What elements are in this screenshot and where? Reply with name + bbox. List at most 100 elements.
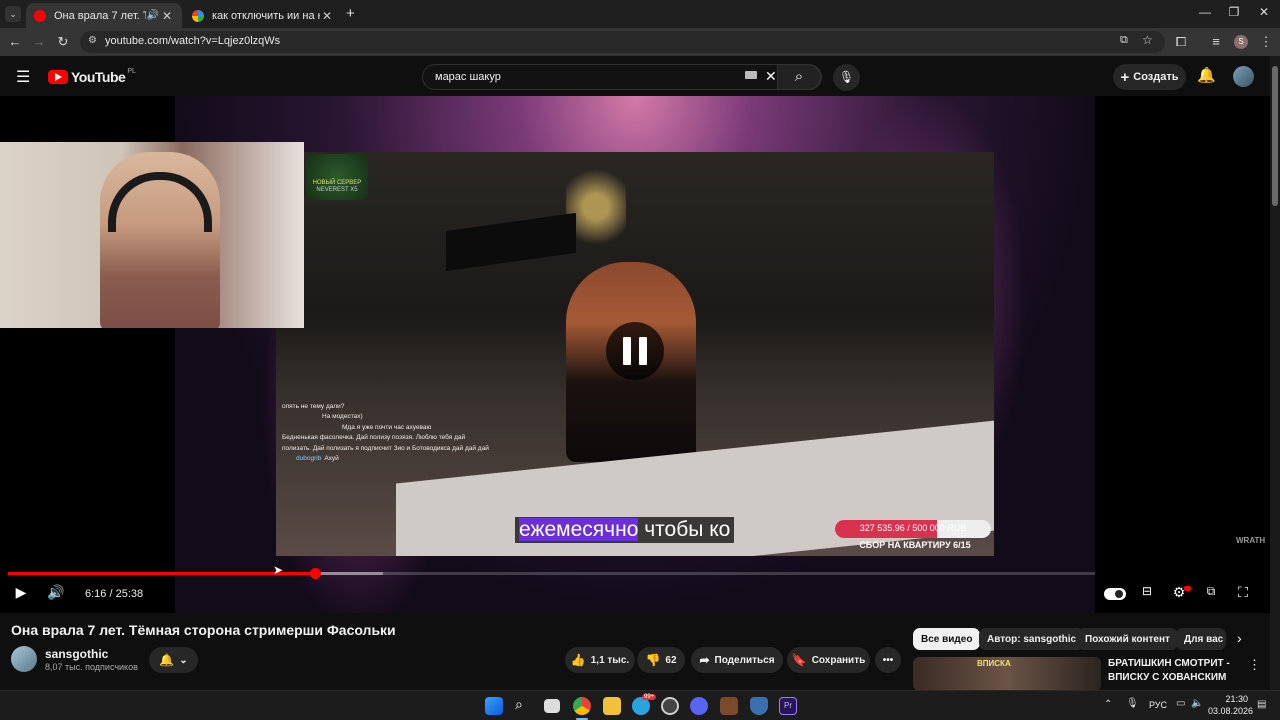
input-language[interactable]: РУС [1149, 700, 1167, 710]
plus-icon: + [1120, 68, 1130, 86]
taskbar-search-icon[interactable]: ⌕ [515, 696, 523, 713]
profile-avatar[interactable]: S [1234, 35, 1248, 49]
share-icon: ➦ [699, 653, 710, 667]
tab-google-search[interactable]: как отключить ии на кике есл ✕ [184, 3, 342, 28]
progress-bar[interactable] [8, 568, 1095, 579]
scrollbar-thumb[interactable] [1272, 66, 1278, 206]
video-player[interactable]: НОВЫЙ СЕРВЕР NEVEREST X5 опять не тему д… [0, 96, 1280, 613]
subscription-bell-button[interactable]: 🔔 ⌄ [149, 647, 198, 673]
overlay-badge-line: NEVEREST X5 [316, 187, 358, 194]
chat-message: опять не тему дали? [282, 403, 345, 410]
premiere-pro-icon[interactable]: Pr [779, 697, 797, 715]
bookmark-star-icon[interactable]: ☆ [1142, 33, 1153, 47]
donation-progress-bar: 327 535.96 / 500 000 RUB [835, 520, 991, 538]
menu-icon[interactable]: ☰ [16, 67, 30, 87]
extensions-icon[interactable]: ⧠ [1172, 34, 1190, 50]
minimize-icon[interactable]: — [1193, 5, 1217, 19]
clear-search-icon[interactable]: ✕ [765, 68, 777, 85]
tab-youtube-video[interactable]: Она врала 7 лет. Тёмная с 🔊 ✕ [26, 3, 182, 28]
chrome-icon[interactable] [573, 697, 591, 715]
chip-related[interactable]: Похожий контент [1077, 628, 1178, 650]
youtube-header: ☰ YouTube PL марас шакур ✕ ⌕ 🎙 + Создать… [0, 56, 1280, 96]
network-icon[interactable]: ▭ [1176, 698, 1185, 709]
chat-message: Бедненькая фасолечка. Дай полизу позязя.… [282, 434, 489, 452]
address-bar[interactable]: ⚙ youtube.com/watch?v=Lqjez0lzqWs ⧉ ☆ [80, 31, 1165, 53]
notifications-bell-icon[interactable]: 🔔 [1197, 66, 1216, 84]
miniplayer-icon[interactable]: ⧉ [1199, 584, 1223, 599]
like-button[interactable]: 👍 1,1 тыс. [565, 647, 635, 673]
autoplay-toggle-knob [1115, 590, 1123, 598]
window-close-icon[interactable]: ✕ [1252, 5, 1276, 19]
game-icon[interactable] [720, 697, 738, 715]
channel-name[interactable]: sansgothic [45, 647, 108, 661]
progress-scrubber-handle[interactable] [309, 568, 321, 579]
media-control-icon[interactable]: ≡ [1207, 34, 1225, 49]
file-explorer-icon[interactable] [603, 697, 621, 715]
keyboard-piano [446, 212, 576, 272]
webcam-overlay [0, 142, 304, 328]
recommendation-menu-icon[interactable]: ⋮ [1248, 657, 1261, 673]
play-button[interactable]: ▶ [9, 584, 33, 601]
chip-all-videos[interactable]: Все видео [913, 628, 981, 650]
page-scrollbar[interactable] [1270, 56, 1280, 690]
tab-search-button[interactable]: ⌄ [5, 6, 21, 22]
new-tab-button[interactable]: + [346, 5, 355, 22]
donation-amount: 327 535.96 / 500 000 RUB [859, 523, 967, 533]
windows-start-icon[interactable] [485, 697, 503, 715]
site-info-icon[interactable]: ⚙ [88, 35, 97, 46]
more-actions-button[interactable]: ••• [875, 647, 901, 673]
system-clock[interactable]: 21:30 03.08.2026 [1208, 694, 1253, 717]
settings-badge [1184, 586, 1191, 591]
chat-message: Мда я уже почти час ахуеваю [342, 423, 432, 431]
create-button[interactable]: + Создать [1113, 64, 1186, 90]
tray-mic-icon[interactable]: 🎙 [1126, 698, 1139, 709]
chip-author[interactable]: Автор: sansgothic [979, 628, 1085, 650]
back-icon[interactable]: ← [6, 34, 24, 49]
vpn-shield-icon[interactable] [750, 697, 768, 715]
search-input[interactable]: марас шакур [435, 71, 501, 83]
steam-icon[interactable] [661, 697, 679, 715]
voice-search-button[interactable]: 🎙 [833, 64, 860, 91]
youtube-logo-text: YouTube [71, 69, 126, 85]
tab-title: как отключить ии на кике есл [212, 9, 320, 22]
share-button[interactable]: ➦ Поделиться [691, 647, 783, 673]
cast-icon[interactable]: ⧉ [1120, 34, 1128, 47]
search-box[interactable]: марас шакур ✕ ⌕ [422, 64, 822, 90]
autoplay-toggle[interactable] [1104, 588, 1126, 600]
chat-message: dubogrib Ахуй [296, 454, 339, 462]
discord-icon[interactable] [690, 697, 708, 715]
browser-toolbar: ← → ↻ ⚙ youtube.com/watch?v=Lqjez0lzqWs … [0, 28, 1280, 56]
task-view-icon[interactable] [544, 699, 560, 713]
subtitle-caption: ежемесячно чтобы ко [515, 517, 735, 543]
dislike-button[interactable]: 👎 62 [637, 647, 685, 673]
restore-icon[interactable]: ❐ [1222, 5, 1246, 19]
youtube-logo[interactable]: YouTube PL [48, 68, 136, 85]
channel-avatar[interactable] [11, 646, 37, 672]
pause-overlay-button[interactable] [606, 322, 664, 380]
notification-center-icon[interactable]: ▤ [1257, 699, 1266, 710]
clock-time: 21:30 [1225, 694, 1248, 704]
chips-next-icon[interactable]: › [1237, 630, 1242, 646]
keyboard-icon[interactable] [745, 71, 757, 79]
recommendation-thumbnail[interactable]: ВПИСКА [913, 657, 1101, 691]
save-button[interactable]: 🔖 Сохранить [787, 647, 870, 673]
search-button[interactable]: ⌕ [777, 64, 821, 90]
browser-menu-icon[interactable]: ⋮ [1257, 34, 1275, 50]
more-horizontal-icon: ••• [882, 654, 894, 666]
tab-close-icon[interactable]: ✕ [160, 9, 174, 23]
tab-close-icon[interactable]: ✕ [320, 9, 334, 23]
volume-tray-icon[interactable]: 🔈 [1191, 698, 1203, 709]
volume-icon[interactable]: 🔊 [44, 584, 68, 601]
share-label: Поделиться [714, 654, 775, 666]
account-avatar[interactable] [1233, 66, 1254, 87]
chip-for-you[interactable]: Для вас [1176, 628, 1226, 650]
reload-icon[interactable]: ↻ [54, 34, 72, 50]
fullscreen-icon[interactable]: ⛶ [1231, 584, 1255, 601]
subscriber-count: 8,07 тыс. подписчиков [45, 662, 138, 672]
subtitles-icon[interactable]: ⊟ [1135, 584, 1159, 598]
tab-title: Она врала 7 лет. Тёмная с [54, 9, 146, 22]
tray-overflow-icon[interactable]: ⌃ [1104, 699, 1112, 710]
recommendation-title[interactable]: БРАТИШКИН СМОТРИТ - ВПИСКУ С ХОВАНСКИМ [1108, 657, 1238, 685]
forward-icon[interactable]: → [30, 34, 48, 49]
progress-played [8, 572, 315, 575]
